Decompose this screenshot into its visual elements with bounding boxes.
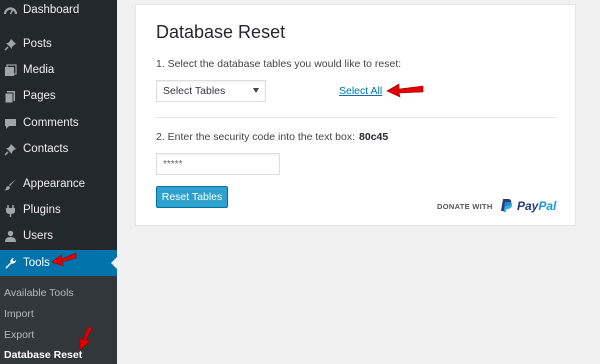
sidebar-item-label: Tools bbox=[23, 257, 50, 269]
sidebar-item-pages[interactable]: Pages bbox=[0, 83, 117, 109]
annotation-arrow-icon bbox=[386, 83, 424, 98]
sidebar-item-appearance[interactable]: Appearance bbox=[0, 171, 117, 197]
comment-icon bbox=[3, 116, 17, 130]
sidebar-item-comments[interactable]: Comments bbox=[0, 110, 117, 136]
sidebar-item-label: Contacts bbox=[23, 143, 69, 155]
tables-select[interactable]: Select Tables bbox=[156, 80, 266, 102]
brush-icon bbox=[3, 177, 17, 191]
sidebar-item-plugins[interactable]: Plugins bbox=[0, 197, 117, 223]
sidebar-item-label: Appearance bbox=[23, 178, 86, 190]
paypal-pay-text: Pay bbox=[517, 198, 539, 213]
sidebar-item-contacts[interactable]: Contacts bbox=[0, 136, 117, 162]
step2-instruction: 2. Enter the security code into the text… bbox=[156, 131, 388, 143]
security-code: 80c45 bbox=[359, 131, 389, 143]
pin-icon bbox=[3, 37, 17, 51]
chevron-down-icon bbox=[253, 88, 259, 93]
sidebar-item-label: Media bbox=[23, 64, 55, 76]
sidebar-item-posts[interactable]: Posts bbox=[0, 31, 117, 57]
user-icon bbox=[3, 229, 17, 243]
sidebar-item-users[interactable]: Users bbox=[0, 223, 117, 249]
database-reset-panel: Database Reset 1. Select the database ta… bbox=[135, 4, 576, 226]
sidebar-item-label: Plugins bbox=[23, 204, 61, 216]
wrench-icon bbox=[3, 256, 17, 270]
page-title: Database Reset bbox=[156, 22, 286, 42]
pin-icon bbox=[3, 142, 17, 156]
security-code-value: ***** bbox=[163, 158, 183, 170]
annotation-arrow-icon bbox=[51, 252, 77, 267]
submenu-item-import[interactable]: Import bbox=[4, 308, 34, 320]
dashboard-icon bbox=[3, 3, 17, 17]
submenu-item-database-reset[interactable]: Database Reset bbox=[4, 349, 82, 361]
submenu-item-available-tools[interactable]: Available Tools bbox=[4, 287, 74, 299]
submenu-item-export[interactable]: Export bbox=[4, 329, 34, 341]
paypal-icon bbox=[501, 199, 513, 212]
paypal-donate-button[interactable]: Pay Pal bbox=[500, 198, 556, 213]
tools-submenu: Available Tools Import Export Database R… bbox=[0, 276, 117, 364]
step1-instruction: 1. Select the database tables you would … bbox=[156, 58, 402, 70]
select-all-link[interactable]: Select All bbox=[339, 85, 382, 97]
sidebar-item-label: Comments bbox=[23, 117, 79, 129]
sidebar-item-label: Dashboard bbox=[23, 4, 80, 16]
step2-text: 2. Enter the security code into the text… bbox=[156, 131, 356, 143]
sidebar-item-label: Pages bbox=[23, 90, 56, 102]
sidebar-item-label: Posts bbox=[23, 38, 52, 50]
sidebar-item-dashboard[interactable]: Dashboard bbox=[0, 0, 117, 23]
sidebar-item-label: Users bbox=[23, 230, 54, 242]
sidebar-item-media[interactable]: Media bbox=[0, 57, 117, 83]
paypal-pal-text: Pal bbox=[538, 198, 557, 213]
plug-icon bbox=[3, 203, 17, 217]
select-value: Select Tables bbox=[163, 85, 226, 97]
donate-label: DONATE WITH bbox=[437, 202, 493, 211]
media-icon bbox=[3, 63, 17, 77]
security-code-input[interactable]: ***** bbox=[156, 153, 280, 175]
admin-sidebar: Dashboard Posts Media Pages Comments Con… bbox=[0, 0, 117, 364]
divider bbox=[156, 117, 557, 118]
reset-tables-button[interactable]: Reset Tables bbox=[156, 186, 228, 208]
annotation-arrow-icon bbox=[79, 326, 93, 351]
pages-icon bbox=[3, 89, 17, 103]
